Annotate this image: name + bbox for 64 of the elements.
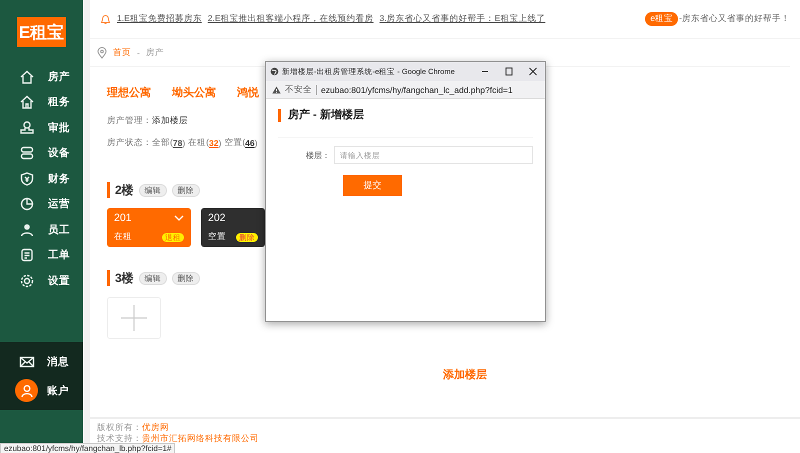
brand-badge: e租宝 bbox=[645, 12, 678, 26]
bracket: ) bbox=[182, 138, 186, 148]
field-label: 房产管理： bbox=[107, 115, 152, 127]
status-url: ezubao:801/yfcms/hy/fangchan_lb.php?fcid=1# bbox=[0, 443, 176, 453]
globe-icon bbox=[270, 67, 279, 76]
house-icon bbox=[19, 68, 35, 85]
room-number: 202 bbox=[208, 212, 226, 224]
person-icon bbox=[19, 222, 35, 238]
field-label: 房产状态： bbox=[107, 137, 152, 149]
warning-icon bbox=[272, 86, 281, 94]
room-status: 空置 bbox=[208, 231, 226, 243]
field-label: 楼层： bbox=[306, 150, 330, 160]
notice-link[interactable]: 1.E租宝免费招募房东 bbox=[117, 13, 202, 25]
copyright-label: 版权所有： bbox=[97, 422, 142, 432]
sidebar-item[interactable]: 消息 bbox=[0, 347, 83, 376]
bracket: ) bbox=[218, 138, 222, 148]
document-icon bbox=[19, 247, 35, 264]
notice-link[interactable]: 3.房东省心又省事的好帮手：E租宝上线了 bbox=[380, 13, 546, 25]
floor-title: 2楼 bbox=[107, 182, 134, 198]
floor-action[interactable]: 编辑 bbox=[138, 184, 167, 196]
room-status: 在租 bbox=[114, 231, 132, 243]
notice-link[interactable]: 2.E租宝推出租客端小程序，在线预约看房 bbox=[208, 13, 374, 25]
security-label[interactable]: 不安全 bbox=[285, 84, 312, 96]
floor-action[interactable]: 删除 bbox=[172, 184, 200, 196]
plus-icon bbox=[120, 304, 148, 332]
filter-label[interactable]: 在租( bbox=[188, 137, 209, 149]
sidebar-item[interactable]: 账户 bbox=[0, 376, 83, 405]
field-value: 添加楼层 bbox=[152, 115, 188, 127]
sidebar-item[interactable]: 租务 bbox=[0, 90, 83, 115]
floor-action[interactable]: 删除 bbox=[172, 272, 200, 284]
shield-icon bbox=[19, 170, 35, 187]
sidebar-item[interactable]: 员工 bbox=[0, 217, 83, 242]
sidebar-item[interactable]: 房产 bbox=[0, 64, 83, 90]
floor-action[interactable]: 编辑 bbox=[138, 272, 167, 284]
breadcrumb-separator: - bbox=[137, 48, 140, 58]
address-bar-url[interactable]: ezubao:801/yfcms/hy/fangchan_lc_add.php?fcid=1 bbox=[321, 84, 513, 94]
sidebar-item[interactable]: 审批 bbox=[0, 115, 83, 140]
pie-chart-icon bbox=[19, 196, 35, 212]
stamp-icon bbox=[19, 120, 35, 136]
location-pin-icon bbox=[97, 46, 107, 58]
support-label: 技术支持： bbox=[97, 433, 142, 443]
sidebar-item[interactable]: 财务 bbox=[0, 166, 83, 192]
device-icon bbox=[19, 145, 35, 162]
close-icon bbox=[528, 67, 538, 76]
count[interactable]: 46 bbox=[245, 138, 255, 148]
sidebar-item[interactable]: 工单 bbox=[0, 242, 83, 268]
room-number: 201 bbox=[114, 212, 132, 224]
bell-icon bbox=[100, 14, 111, 24]
sidebar-item[interactable]: 设置 bbox=[0, 268, 83, 294]
slogan: -房东省心又省事的好帮手！ bbox=[679, 13, 790, 25]
settings-icon bbox=[19, 272, 35, 289]
sidebar-item[interactable]: 运营 bbox=[0, 192, 83, 217]
bracket: ) bbox=[254, 138, 258, 148]
house-icon bbox=[19, 94, 35, 110]
filter-label[interactable]: 空置( bbox=[224, 137, 246, 149]
count[interactable]: 78 bbox=[172, 138, 182, 148]
page-heading: 房产 - 新增楼层 bbox=[278, 109, 533, 122]
floor-title: 3楼 bbox=[107, 270, 134, 286]
filter-label[interactable]: 全部( bbox=[152, 137, 173, 149]
maximize-icon bbox=[504, 67, 514, 76]
breadcrumb-item: 房产 bbox=[146, 46, 164, 58]
person-icon bbox=[20, 384, 34, 398]
add-room-tile[interactable] bbox=[107, 297, 161, 339]
sidebar-item[interactable]: 设备 bbox=[0, 140, 83, 166]
